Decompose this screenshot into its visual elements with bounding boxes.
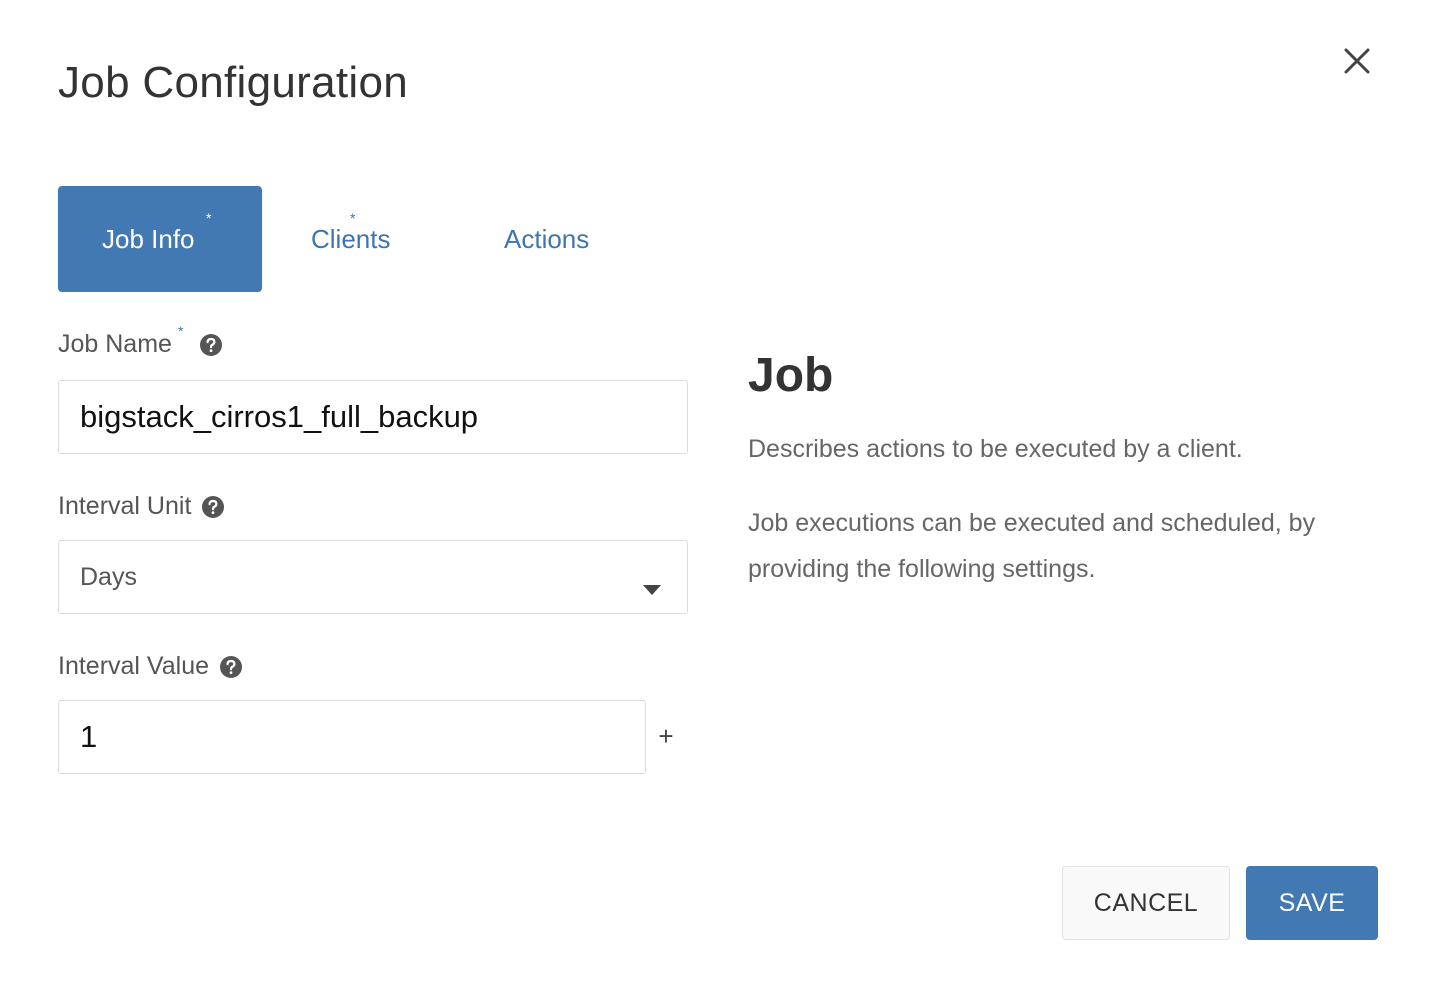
close-icon (1343, 47, 1371, 80)
required-star: * (350, 210, 356, 226)
job-name-value: bigstack_cirros1_full_backup (80, 399, 479, 434)
interval-unit-label: Interval Unit (58, 492, 192, 520)
tab-actions[interactable]: Actions (504, 186, 704, 292)
interval-value-input[interactable]: 1 (58, 700, 646, 774)
required-star: * (177, 322, 184, 339)
interval-value-label: Interval Value (58, 652, 210, 680)
interval-unit-value: Days (80, 562, 137, 591)
tab-actions-label: Actions (504, 223, 590, 254)
tab-clients-label: Clients (311, 223, 391, 254)
help-icon[interactable] (219, 655, 243, 679)
tab-job-info-label: Job Info (102, 223, 195, 254)
job-name-label-row: Job Name * (58, 323, 223, 359)
caret-down-icon (643, 573, 661, 602)
increment-button[interactable]: + (654, 718, 678, 754)
job-name-label: Job Name (58, 330, 172, 358)
job-name-input[interactable]: bigstack_cirros1_full_backup (58, 380, 688, 454)
cancel-button[interactable]: CANCEL (1062, 866, 1230, 940)
required-star: * (206, 210, 212, 226)
help-icon[interactable] (199, 333, 223, 357)
save-button[interactable]: SAVE (1246, 866, 1378, 940)
interval-unit-label-row: Interval Unit (58, 492, 225, 521)
dialog-title: Job Configuration (58, 58, 408, 107)
info-details: Job executions can be executed and sched… (748, 509, 1316, 583)
interval-value-value: 1 (80, 719, 98, 754)
help-icon[interactable] (201, 495, 225, 519)
tab-clients[interactable]: Clients * (262, 186, 504, 292)
info-title: Job (748, 349, 834, 402)
close-button[interactable] (1334, 40, 1380, 86)
tab-job-info[interactable]: Job Info * (58, 186, 262, 292)
interval-value-label-row: Interval Value (58, 652, 243, 681)
tab-bar: Job Info * Clients * Actions (58, 186, 704, 292)
job-configuration-dialog: Job Configuration Job Info * Clients * A… (0, 0, 1438, 1008)
interval-unit-select[interactable]: Days (58, 540, 688, 614)
info-description: Describes actions to be executed by a cl… (748, 435, 1243, 463)
